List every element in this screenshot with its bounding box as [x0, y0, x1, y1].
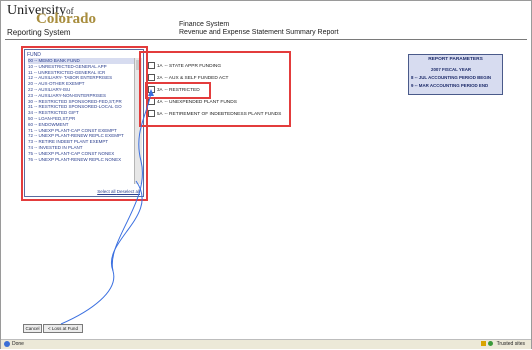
- status-bar: Done Trusted sites: [1, 339, 531, 349]
- header-divider: [5, 39, 527, 40]
- app-title: Finance System: [179, 21, 230, 28]
- logo-colorado-text: Colorado: [36, 11, 96, 27]
- report-title: Revenue and Expense Statement Summary Re…: [179, 29, 339, 36]
- submit-button[interactable]: < Loss at Fund: [43, 324, 83, 333]
- highlight-box-restricted: [145, 82, 211, 99]
- cancel-button[interactable]: Cancel: [23, 324, 42, 333]
- browser-window: Universityof Colorado Reporting System F…: [0, 0, 532, 349]
- page-header: Universityof Colorado Reporting System F…: [1, 1, 531, 43]
- reporting-system-label: Reporting System: [7, 28, 71, 37]
- lock-icon: [481, 341, 486, 346]
- security-zone-label: Trusted sites: [496, 341, 525, 347]
- param-period-begin: 8 -- JUL ACCOUNTING PERIOD BEGIN: [411, 75, 492, 80]
- report-parameters-title: REPORT PARAMETERS: [428, 57, 483, 62]
- ie-globe-icon: [4, 341, 10, 347]
- param-fiscal-year: 2007 FISCAL YEAR: [431, 67, 472, 72]
- param-period-end: 9 -- MAR ACCOUNTING PERIOD END: [411, 83, 489, 88]
- annotation-arrow-to-submit: [60, 180, 143, 325]
- report-parameters-panel: REPORT PARAMETERS 2007 FISCAL YEAR 8 -- …: [408, 54, 503, 95]
- highlight-box-fund-list: [21, 46, 148, 201]
- trusted-check-icon: [488, 341, 493, 346]
- status-text: Done: [12, 341, 24, 347]
